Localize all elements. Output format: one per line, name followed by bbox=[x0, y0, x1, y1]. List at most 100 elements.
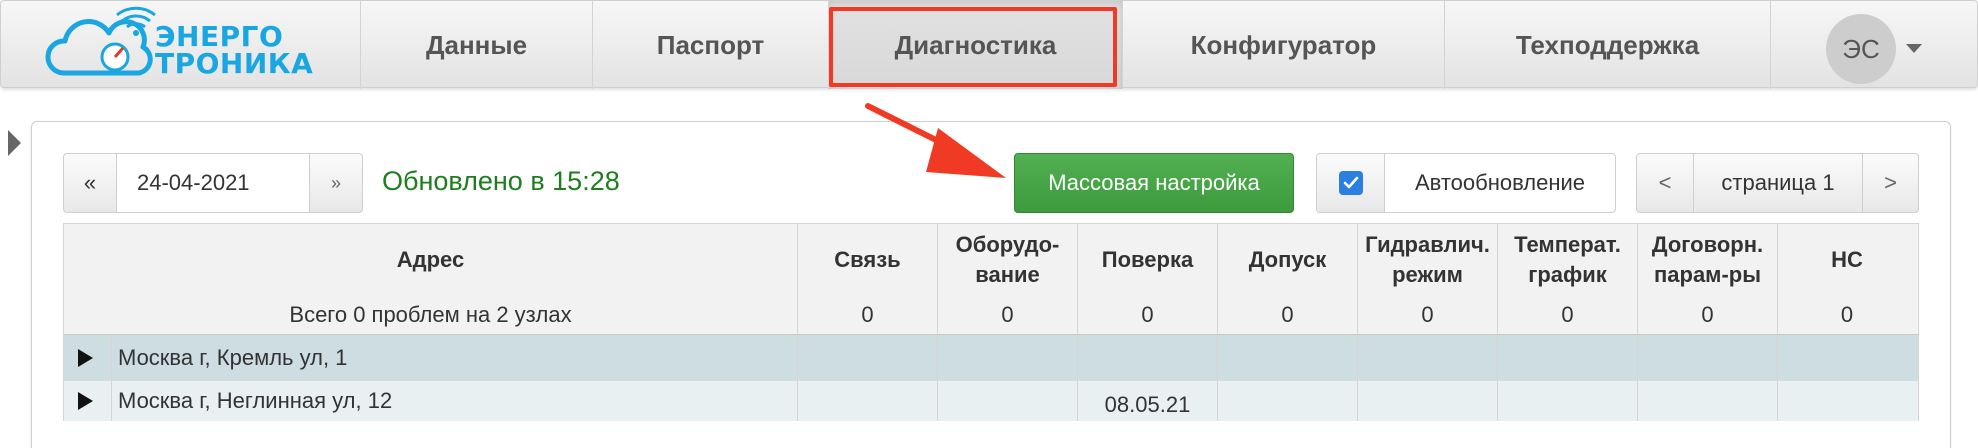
row-cell bbox=[938, 381, 1078, 421]
avatar[interactable]: ЭС bbox=[1826, 14, 1896, 84]
col-header-hydraulic[interactable]: Гидравлич. режим bbox=[1358, 224, 1498, 295]
row-address-cell: Москва г, Кремль ул, 1 bbox=[64, 335, 798, 381]
row-cell bbox=[1218, 335, 1358, 381]
col-header-admission[interactable]: Допуск bbox=[1218, 224, 1358, 295]
brand-logo[interactable]: ЭНЕРГО ТРОНИКА bbox=[1, 1, 359, 89]
expand-row-button[interactable] bbox=[64, 381, 112, 421]
row-cell-verification: 08.05.21 bbox=[1078, 381, 1218, 421]
tab-configurator[interactable]: Конфигуратор bbox=[1122, 1, 1444, 89]
row-cell bbox=[1778, 335, 1916, 381]
col-header-connection[interactable]: Связь bbox=[798, 224, 938, 295]
col-header-address-label: Адрес bbox=[396, 246, 465, 272]
updated-status: Обновлено в 15:28 bbox=[382, 166, 620, 196]
row-cell bbox=[798, 381, 938, 421]
summary-label: Всего 0 проблем на 2 узлах bbox=[64, 295, 798, 334]
diagnostics-table: Адрес Связь Оборудо-вание Поверка Допуск… bbox=[63, 223, 1919, 421]
col-header-temperature[interactable]: Температ. график bbox=[1498, 224, 1638, 295]
summary-cell: 0 bbox=[1078, 295, 1218, 334]
table-header: Адрес Связь Оборудо-вание Поверка Допуск… bbox=[63, 223, 1919, 295]
row-cell bbox=[1218, 381, 1358, 421]
row-cell bbox=[798, 335, 938, 381]
row-cell bbox=[1358, 381, 1498, 421]
summary-cell: 0 bbox=[1498, 295, 1638, 334]
tab-data-label: Данные bbox=[425, 29, 528, 60]
row-cell bbox=[1358, 335, 1498, 381]
expand-row-button[interactable] bbox=[64, 335, 112, 381]
summary-row: Всего 0 проблем на 2 узлах 0 0 0 0 0 0 0… bbox=[63, 295, 1919, 335]
mass-settings-label: Массовая настройка bbox=[1048, 170, 1260, 195]
auto-update-label: Автообновление bbox=[1414, 170, 1586, 195]
summary-cell: 0 bbox=[1840, 301, 1854, 327]
chevron-down-icon[interactable] bbox=[1906, 44, 1922, 53]
auto-update-checkbox-wrap[interactable] bbox=[1317, 154, 1385, 212]
next-page-button[interactable]: > bbox=[1862, 153, 1919, 213]
brand-line-2: ТРОНИКА bbox=[155, 47, 314, 80]
tab-data[interactable]: Данные bbox=[360, 1, 592, 89]
row-cell bbox=[938, 335, 1078, 381]
triangle-right-icon bbox=[78, 349, 93, 367]
tab-support[interactable]: Техподдержка bbox=[1444, 1, 1770, 89]
date-value: 24-04-2021 bbox=[137, 170, 250, 195]
col-header-hydraulic-line2: режим bbox=[1392, 261, 1463, 287]
col-header-contract[interactable]: Договорн. парам-ры bbox=[1638, 224, 1778, 295]
col-header-contract-line2: парам-ры bbox=[1653, 261, 1762, 287]
summary-cell: 0 bbox=[1638, 295, 1778, 334]
col-header-connection-label: Связь bbox=[834, 246, 901, 272]
col-header-address[interactable]: Адрес bbox=[64, 224, 798, 295]
prev-date-label: « bbox=[83, 170, 97, 195]
row-cell bbox=[1638, 381, 1778, 421]
col-header-temperature-line1: Температ. bbox=[1514, 231, 1621, 257]
table-row[interactable]: Москва г, Неглинная ул, 12 08.05.21 bbox=[63, 381, 1919, 421]
tab-configurator-label: Конфигуратор bbox=[1190, 29, 1377, 60]
brand-name: ЭНЕРГО ТРОНИКА bbox=[155, 20, 314, 80]
summary-cell: 0 bbox=[1358, 295, 1498, 334]
col-header-equipment-line2: вание bbox=[975, 261, 1040, 287]
col-header-hydraulic-line1: Гидравлич. bbox=[1365, 231, 1490, 257]
col-header-equipment[interactable]: Оборудо-вание bbox=[938, 224, 1078, 295]
table-row[interactable]: Москва г, Кремль ул, 1 bbox=[63, 335, 1919, 381]
pager: < страница 1 > bbox=[1636, 153, 1919, 213]
next-date-label: » bbox=[330, 172, 341, 193]
date-input[interactable]: 24-04-2021 bbox=[117, 153, 309, 213]
row-cell bbox=[1638, 335, 1778, 381]
col-header-verification-label: Поверка bbox=[1101, 246, 1194, 272]
col-header-contract-line1: Договорн. bbox=[1651, 231, 1764, 257]
prev-page-label: < bbox=[1658, 170, 1672, 195]
row-cell bbox=[1778, 381, 1916, 421]
row-cell bbox=[1078, 335, 1218, 381]
auto-update-checkbox[interactable] bbox=[1338, 171, 1363, 195]
triangle-right-icon bbox=[78, 392, 93, 410]
col-header-temperature-line2: график bbox=[1528, 261, 1607, 287]
tab-passport-label: Паспорт bbox=[656, 29, 765, 60]
col-header-ns-label: НС bbox=[1831, 246, 1863, 272]
page-indicator: страница 1 bbox=[1694, 153, 1862, 213]
col-header-ns[interactable]: НС bbox=[1778, 224, 1916, 295]
col-header-admission-label: Допуск bbox=[1248, 246, 1327, 272]
checkmark-icon bbox=[1343, 176, 1358, 189]
auto-update-toggle[interactable]: Автообновление bbox=[1316, 153, 1616, 213]
tab-passport[interactable]: Паспорт bbox=[592, 1, 828, 89]
tab-support-label: Техподдержка bbox=[1515, 29, 1700, 60]
row-address: Москва г, Неглинная ул, 12 bbox=[118, 388, 393, 413]
summary-cell: 0 bbox=[938, 295, 1078, 334]
mass-settings-button[interactable]: Массовая настройка bbox=[1014, 153, 1294, 213]
row-address: Москва г, Кремль ул, 1 bbox=[118, 345, 348, 370]
sidebar-toggle-icon[interactable] bbox=[8, 130, 21, 156]
page-indicator-label: страница 1 bbox=[1721, 170, 1835, 195]
date-navigator: « 24-04-2021 » bbox=[63, 153, 363, 213]
row-cell bbox=[1498, 335, 1638, 381]
next-date-button[interactable]: » bbox=[309, 153, 363, 213]
summary-cell: 0 bbox=[798, 295, 938, 334]
col-header-verification[interactable]: Поверка bbox=[1078, 224, 1218, 295]
row-address-cell: Москва г, Неглинная ул, 12 bbox=[64, 381, 798, 421]
row-cell bbox=[1498, 381, 1638, 421]
highlight-box-annotation bbox=[829, 7, 1117, 87]
next-page-label: > bbox=[1884, 170, 1897, 195]
col-header-equipment-line1: Оборудо- bbox=[955, 231, 1060, 257]
brand-line-1: ЭНЕРГО bbox=[155, 20, 284, 53]
prev-date-button[interactable]: « bbox=[63, 153, 117, 213]
arrow-annotation-icon bbox=[865, 103, 1006, 178]
prev-page-button[interactable]: < bbox=[1636, 153, 1694, 213]
summary-cell: 0 bbox=[1218, 295, 1358, 334]
avatar-initials: ЭС bbox=[1842, 33, 1880, 64]
